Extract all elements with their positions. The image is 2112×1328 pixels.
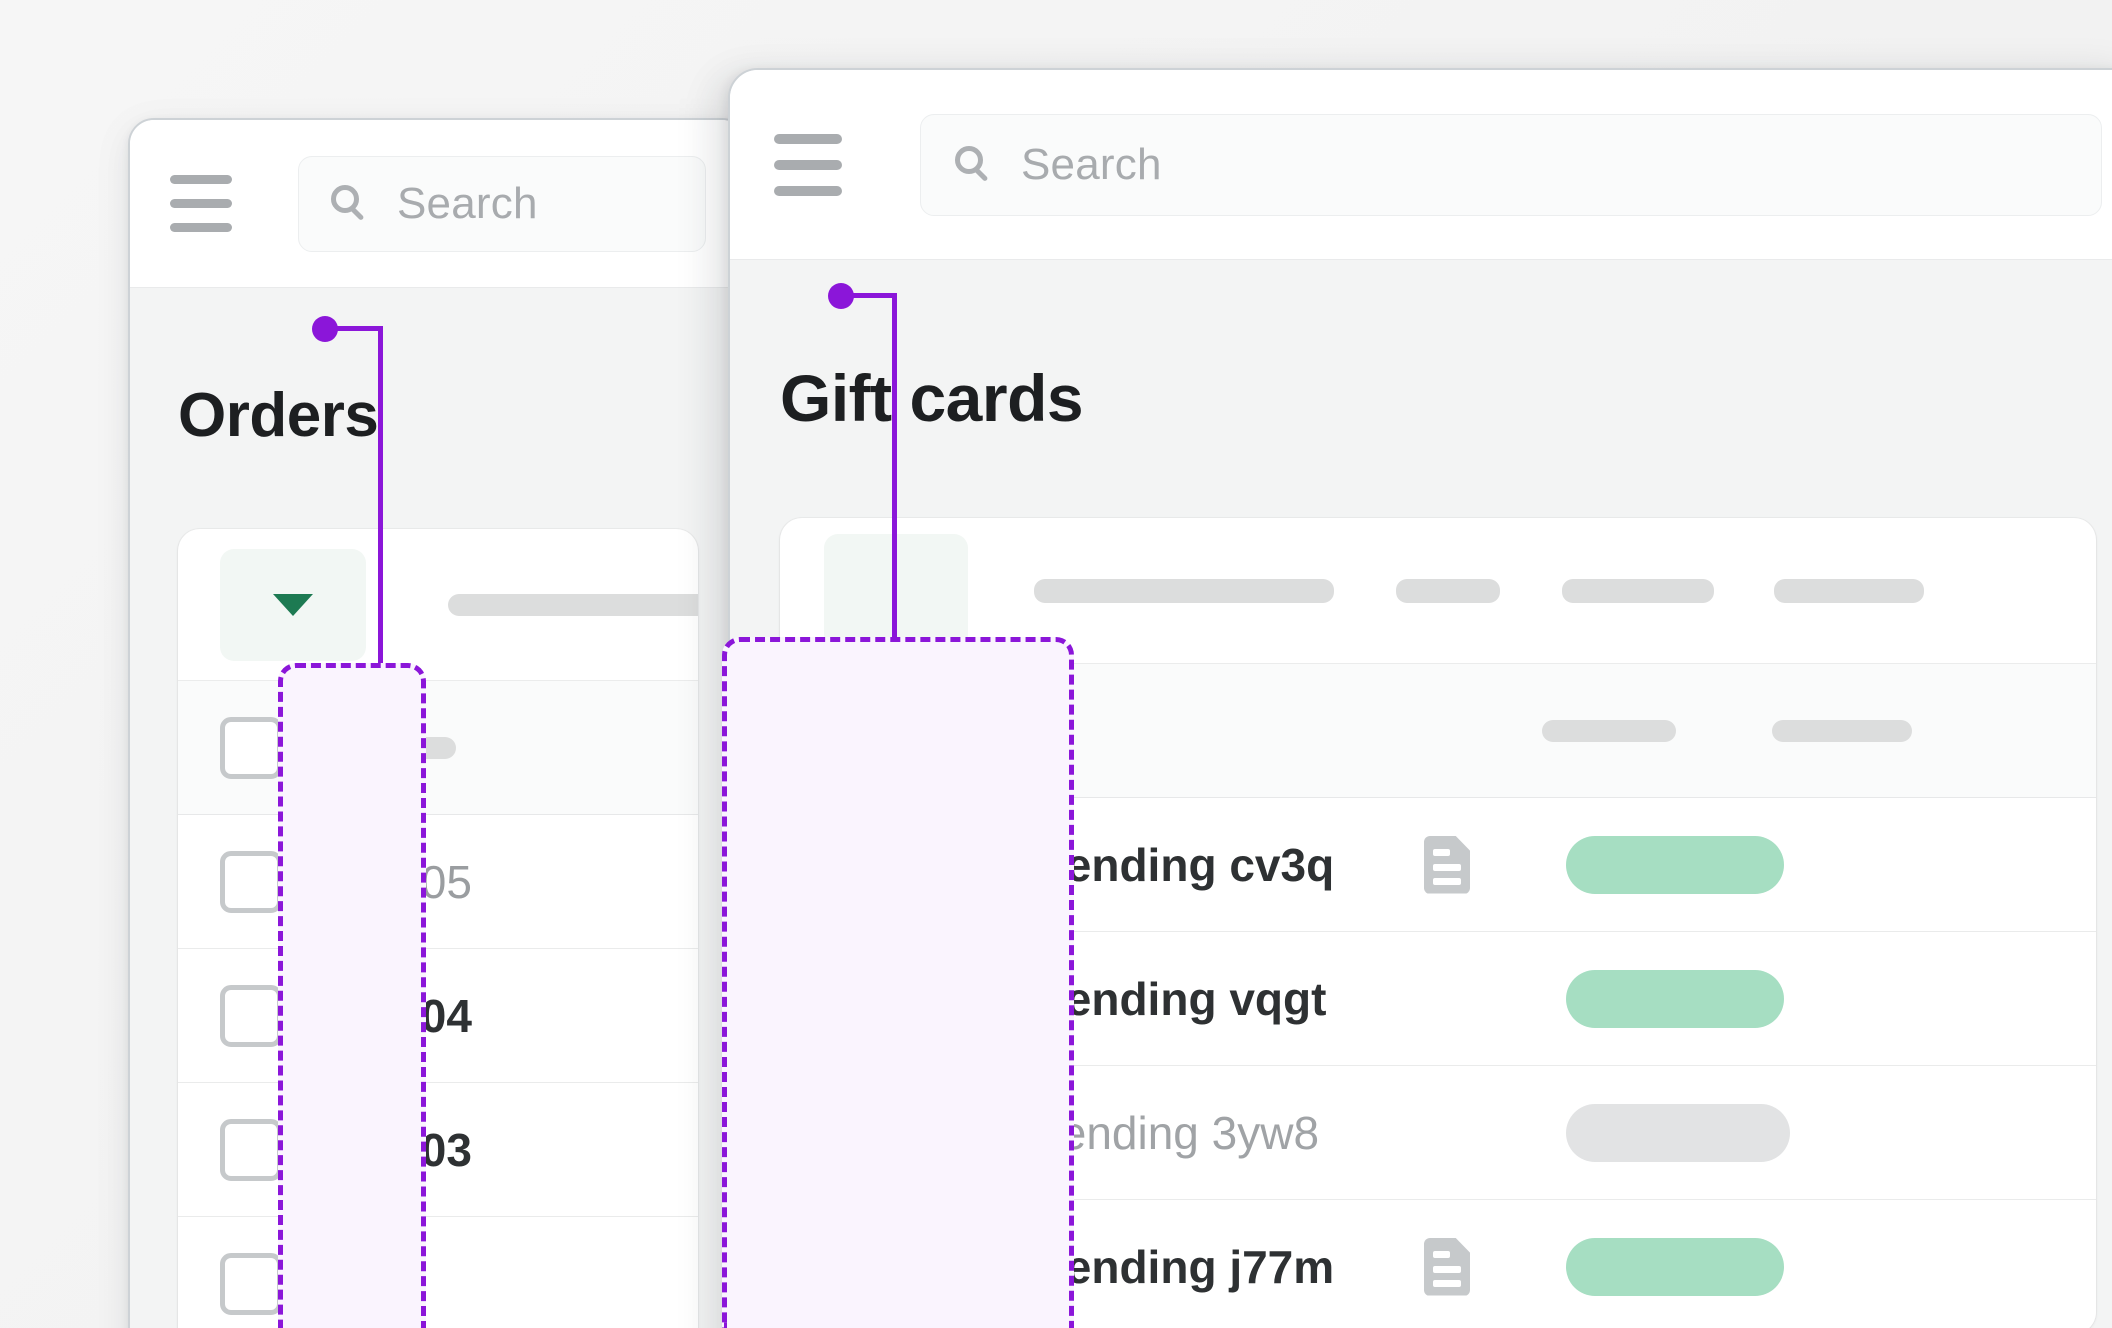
skeleton-bar (1542, 719, 1676, 742)
row-checkbox[interactable] (220, 984, 282, 1047)
table-row[interactable] (178, 1217, 698, 1328)
select-all-checkbox[interactable] (220, 716, 282, 779)
search-icon (953, 144, 995, 186)
orders-window: Search Orders #1005 #1004 #1003 (128, 118, 748, 1328)
status-badge (1566, 835, 1784, 894)
table-row[interactable]: Code ending cv3q (780, 798, 2096, 932)
status-badge (1566, 969, 1784, 1028)
skeleton-bar (448, 593, 698, 616)
gift-cards-window: Search Gift cards Code ending cv3q Code … (728, 68, 2112, 1328)
row-checkbox[interactable] (824, 967, 886, 1030)
table-row[interactable]: #1003 (178, 1083, 698, 1217)
gift-card-code-cell: Code ending 3yw8 (938, 1106, 1320, 1159)
gift-cards-header-row (780, 664, 2096, 798)
order-id-cell: #1004 (344, 989, 472, 1042)
gift-cards-filter-chip[interactable] (824, 533, 968, 648)
table-row[interactable]: Code ending 3yw8 (780, 1066, 2096, 1200)
caret-down-icon (273, 593, 313, 616)
order-id-cell: #1005 (344, 855, 472, 908)
skeleton-bar (1562, 578, 1714, 603)
skeleton-bar (938, 719, 1048, 742)
orders-table-toolbar (178, 529, 698, 681)
page-title: Orders (178, 381, 379, 450)
page-title: Gift cards (780, 361, 1084, 435)
skeleton-bar (1772, 719, 1912, 742)
hamburger-menu-icon[interactable] (774, 131, 842, 199)
gift-cards-table-toolbar (780, 518, 2096, 664)
orders-filter-button[interactable] (220, 548, 366, 661)
search-input[interactable]: Search (298, 155, 706, 252)
row-checkbox[interactable] (220, 1118, 282, 1181)
row-checkbox[interactable] (824, 833, 886, 896)
search-placeholder: Search (1021, 139, 1162, 189)
row-checkbox[interactable] (824, 1235, 886, 1298)
screenshot-stage: Search Orders #1005 #1004 #1003 Search G… (0, 0, 2112, 1328)
note-document-icon (1424, 835, 1470, 894)
table-row[interactable]: #1004 (178, 949, 698, 1083)
order-id-cell: #1003 (344, 1123, 472, 1176)
search-placeholder: Search (397, 178, 538, 228)
gift-card-code-cell: Code ending j77m (938, 1240, 1335, 1293)
status-badge (1566, 1103, 1790, 1162)
row-checkbox[interactable] (220, 1252, 282, 1315)
orders-header-row (178, 681, 698, 815)
skeleton-bar (344, 736, 456, 759)
status-badge (1566, 1237, 1784, 1296)
search-input[interactable]: Search (920, 113, 2102, 216)
table-row[interactable]: Code ending j77m (780, 1200, 2096, 1328)
orders-table-card: #1005 #1004 #1003 (178, 529, 698, 1328)
hamburger-menu-icon[interactable] (170, 173, 232, 235)
search-icon (329, 183, 371, 225)
select-all-checkbox[interactable] (824, 699, 886, 762)
gift-cards-topbar: Search (730, 70, 2112, 260)
gift-cards-table-card: Code ending cv3q Code ending vqgt Code e… (780, 518, 2096, 1328)
row-checkbox[interactable] (220, 850, 282, 913)
table-row[interactable]: #1005 (178, 815, 698, 949)
skeleton-bar (1034, 578, 1334, 603)
skeleton-bar (1774, 578, 1924, 603)
orders-topbar: Search (130, 120, 746, 288)
gift-cards-page-body: Gift cards Code ending cv3q Code ending … (730, 260, 2112, 1328)
gift-card-code-cell: Code ending cv3q (938, 838, 1335, 891)
skeleton-bar (1396, 578, 1500, 603)
gift-card-code-cell: Code ending vqgt (938, 972, 1327, 1025)
row-checkbox[interactable] (824, 1101, 886, 1164)
note-document-icon (1424, 1237, 1470, 1296)
orders-page-body: Orders #1005 #1004 #1003 (130, 288, 746, 1328)
table-row[interactable]: Code ending vqgt (780, 932, 2096, 1066)
